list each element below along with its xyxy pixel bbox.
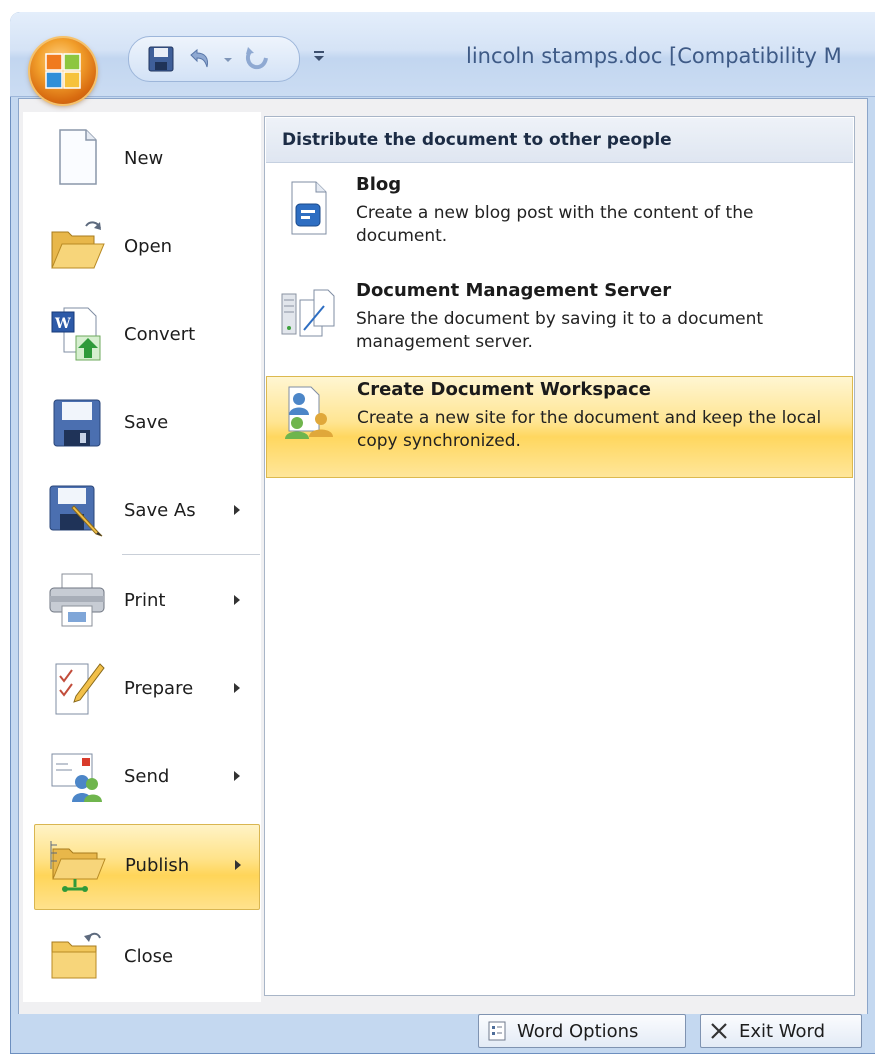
submenu-arrow-icon bbox=[234, 505, 240, 515]
menu-item-print[interactable]: Print bbox=[34, 560, 258, 644]
save-icon[interactable] bbox=[145, 43, 177, 75]
menu-item-convert[interactable]: W Convert bbox=[34, 294, 258, 378]
exit-word-label: Exit Word bbox=[739, 1021, 826, 1042]
exit-word-button[interactable]: Exit Word bbox=[700, 1014, 862, 1048]
save-icon bbox=[53, 399, 101, 447]
office-button[interactable] bbox=[30, 38, 96, 104]
title-bar: lincoln stamps.doc [Compatibility M bbox=[10, 12, 875, 97]
convert-icon: W bbox=[51, 307, 101, 361]
menu-item-save-as[interactable]: Save As bbox=[34, 470, 258, 554]
menu-item-label: Publish bbox=[125, 855, 190, 876]
svg-text:W: W bbox=[54, 316, 71, 332]
submenu-item-document-management-server[interactable]: Document Management Server Share the doc… bbox=[266, 278, 851, 378]
submenu-item-title: Document Management Server bbox=[356, 280, 672, 301]
window-title: lincoln stamps.doc [Compatibility M bbox=[466, 44, 842, 68]
quick-access-toolbar bbox=[128, 36, 300, 82]
customize-qat-icon[interactable] bbox=[310, 46, 328, 66]
prepare-icon bbox=[55, 663, 105, 715]
office-logo-icon bbox=[45, 53, 81, 89]
menu-item-label: Open bbox=[124, 236, 173, 257]
blog-icon bbox=[291, 181, 327, 235]
menu-item-close[interactable]: Close bbox=[34, 916, 258, 1000]
open-folder-icon bbox=[51, 221, 105, 269]
close-folder-icon bbox=[51, 932, 101, 979]
submenu-arrow-icon bbox=[234, 683, 240, 693]
redo-icon[interactable] bbox=[241, 43, 273, 75]
menu-item-prepare[interactable]: Prepare bbox=[34, 648, 258, 732]
submenu-item-blog[interactable]: Blog Create a new blog post with the con… bbox=[266, 172, 851, 272]
menu-item-label: Convert bbox=[124, 324, 196, 345]
submenu-item-title: Create Document Workspace bbox=[357, 379, 652, 400]
save-as-icon bbox=[49, 485, 103, 537]
send-icon bbox=[51, 753, 102, 802]
submenu-arrow-icon bbox=[234, 771, 240, 781]
submenu-item-description: Create a new site for the document and k… bbox=[357, 408, 822, 451]
menu-separator bbox=[122, 554, 260, 555]
submenu-header: Distribute the document to other people bbox=[266, 118, 853, 163]
submenu-item-create-document-workspace[interactable]: Create Document Workspace Create a new s… bbox=[266, 376, 853, 478]
submenu-arrow-icon bbox=[235, 860, 241, 870]
word-options-icon bbox=[488, 1021, 506, 1041]
submenu-arrow-icon bbox=[234, 595, 240, 605]
publish-icon bbox=[50, 841, 106, 892]
menu-item-open[interactable]: Open bbox=[34, 206, 258, 290]
menu-item-publish[interactable]: Publish bbox=[34, 824, 260, 910]
menu-item-send[interactable]: Send bbox=[34, 736, 258, 820]
menu-item-save[interactable]: Save bbox=[34, 382, 258, 466]
menu-item-label: Close bbox=[124, 946, 174, 967]
word-options-button[interactable]: Word Options bbox=[478, 1014, 686, 1048]
submenu-item-title: Blog bbox=[356, 174, 402, 195]
menu-item-label: Prepare bbox=[124, 678, 194, 699]
menu-item-label: Save bbox=[124, 412, 169, 433]
menu-item-label: Print bbox=[124, 590, 166, 611]
undo-icon[interactable] bbox=[183, 43, 215, 75]
document-management-server-icon bbox=[281, 289, 335, 337]
menu-item-label: Send bbox=[124, 766, 170, 787]
close-icon bbox=[711, 1023, 727, 1039]
document-workspace-icon bbox=[285, 386, 333, 439]
undo-dropdown-icon[interactable] bbox=[221, 43, 235, 75]
new-document-icon bbox=[59, 129, 97, 185]
submenu-header-text: Distribute the document to other people bbox=[282, 130, 672, 150]
menu-item-new[interactable]: New bbox=[34, 118, 258, 202]
printer-icon bbox=[49, 573, 105, 627]
submenu-item-description: Share the document by saving it to a doc… bbox=[356, 309, 764, 352]
submenu-item-description: Create a new blog post with the content … bbox=[356, 203, 754, 246]
word-options-label: Word Options bbox=[517, 1021, 639, 1042]
menu-item-label: New bbox=[124, 148, 164, 169]
menu-item-label: Save As bbox=[124, 500, 196, 521]
